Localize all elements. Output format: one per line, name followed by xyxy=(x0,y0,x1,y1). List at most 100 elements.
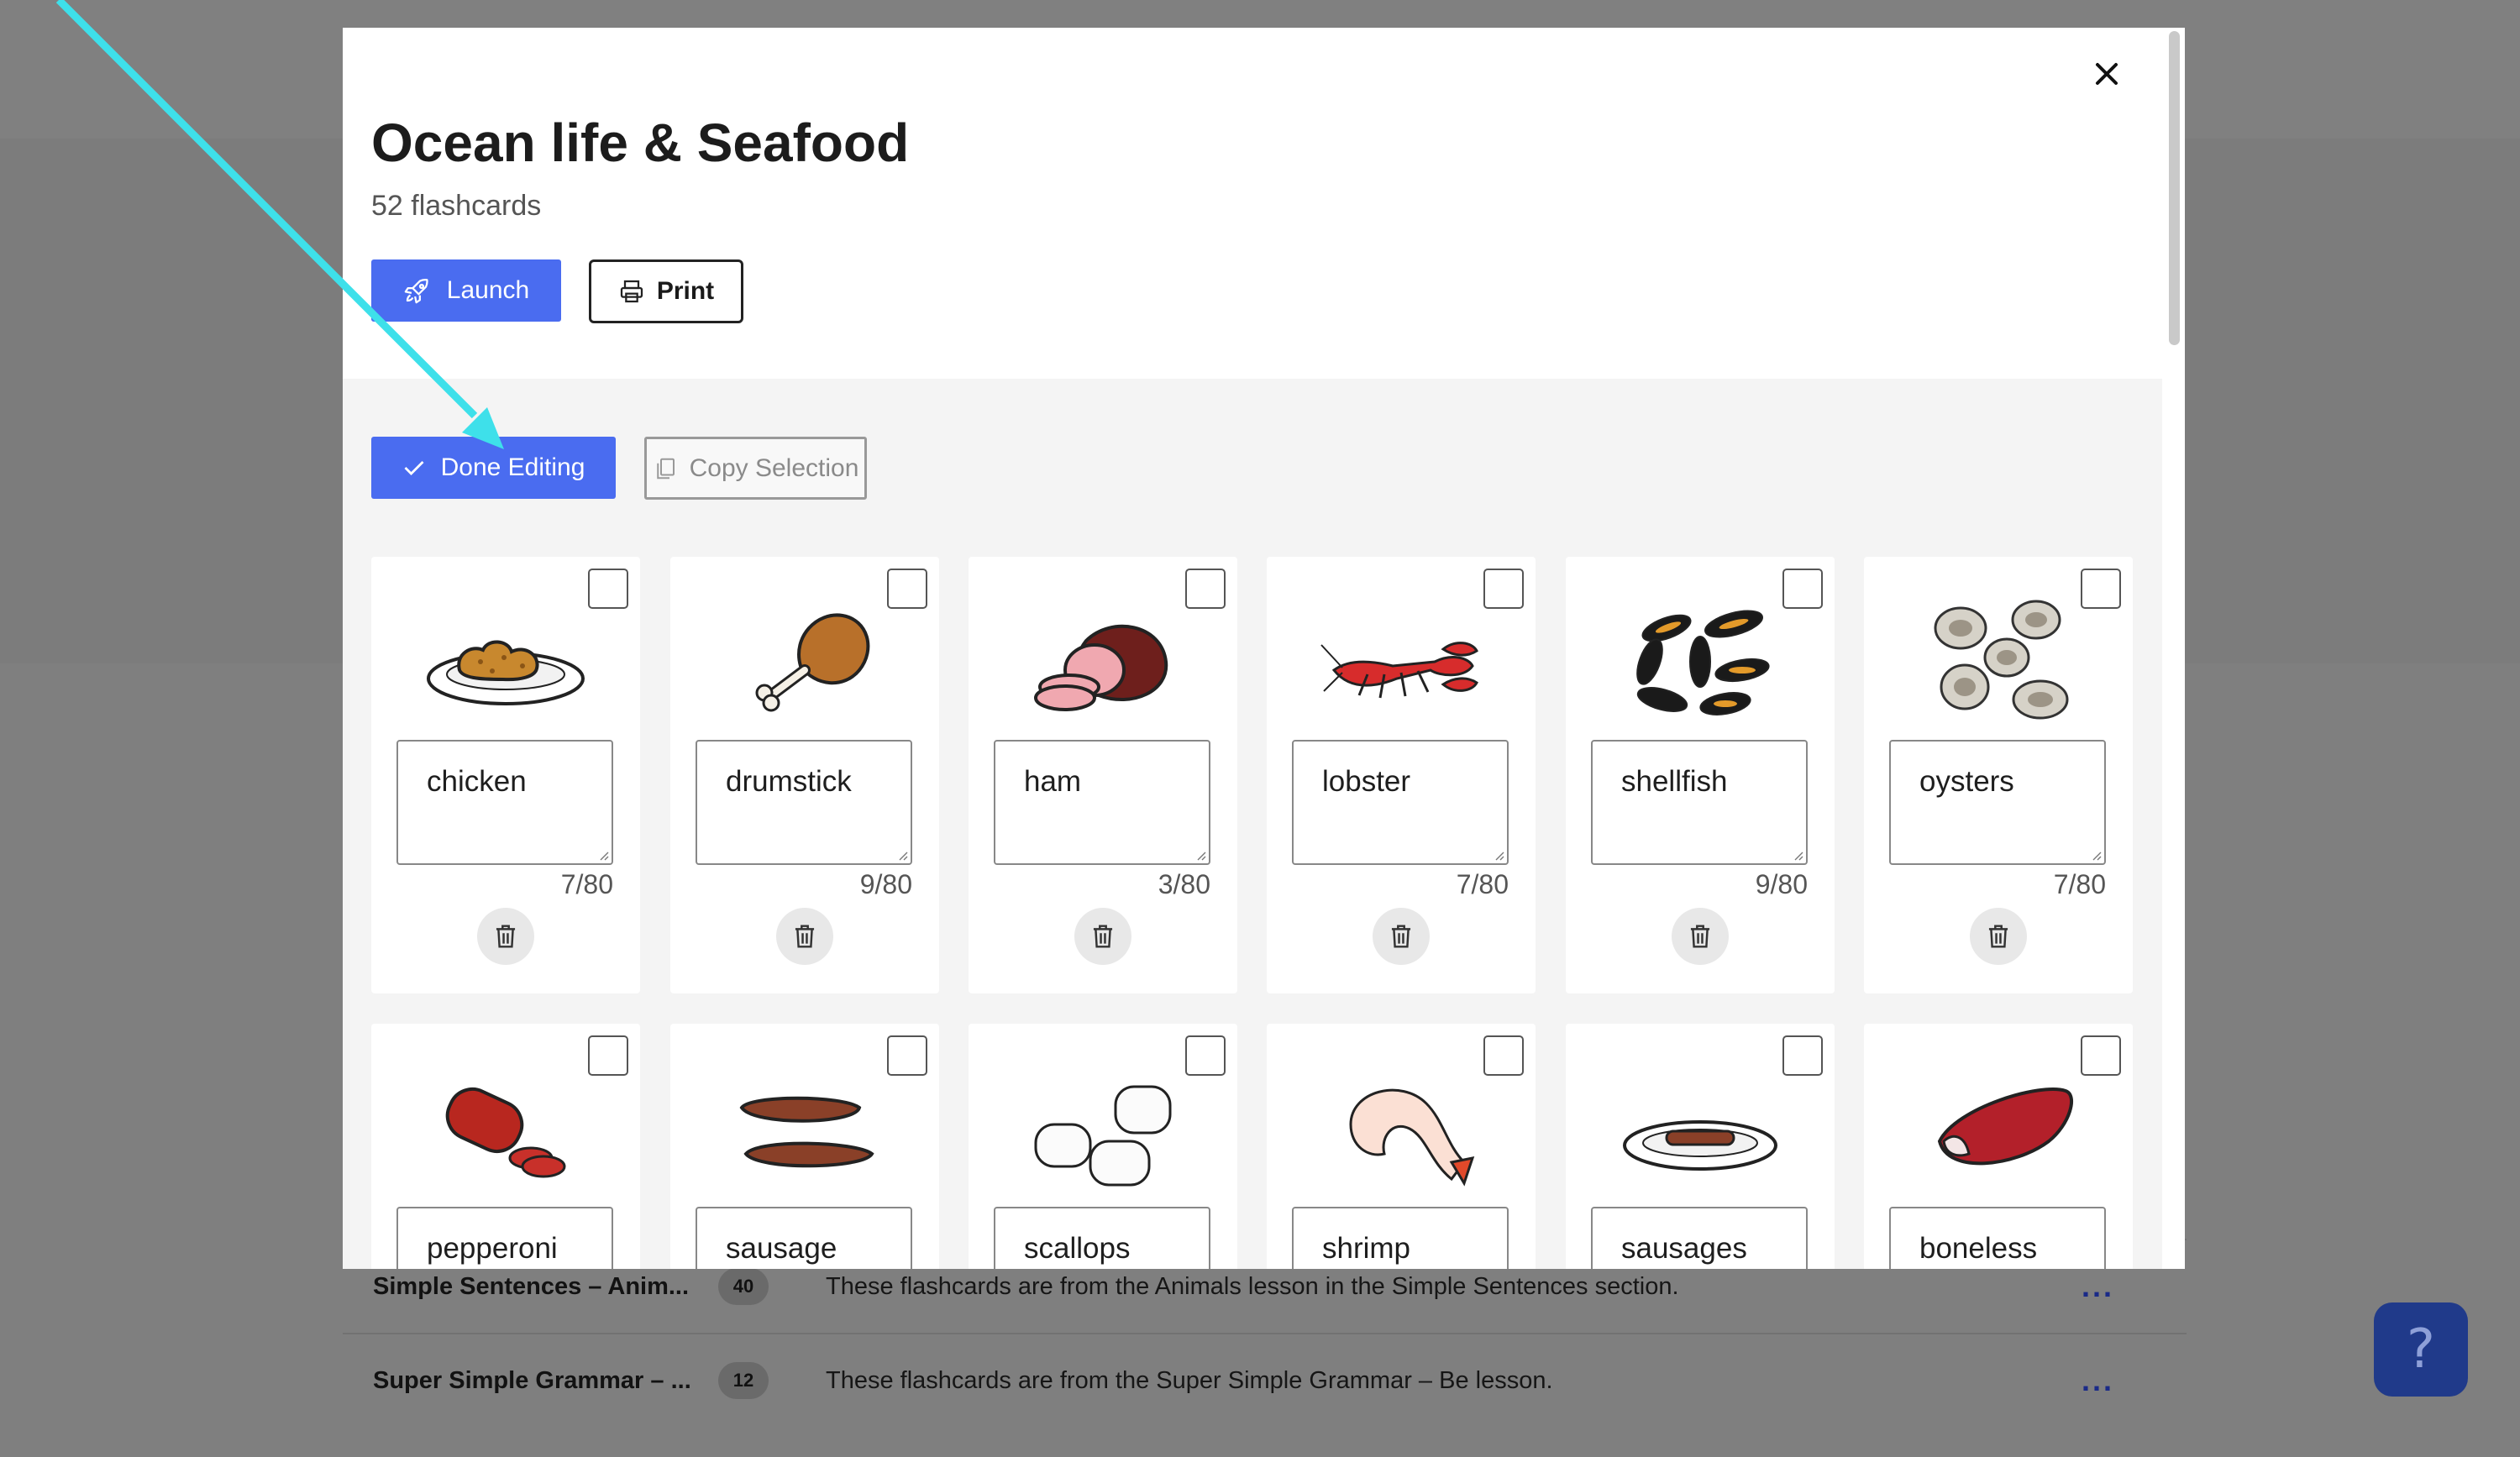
select-checkbox[interactable] xyxy=(2081,569,2121,609)
scallops-icon xyxy=(1034,1085,1172,1187)
word-field[interactable]: oysters xyxy=(1889,740,2106,865)
printer-icon xyxy=(620,280,643,303)
lobster-icon xyxy=(1320,642,1478,699)
word-field[interactable]: pepperoni xyxy=(396,1207,613,1269)
delete-card-button[interactable] xyxy=(776,908,833,965)
trash-icon xyxy=(496,925,516,948)
resize-handle-icon[interactable] xyxy=(599,851,609,861)
page-title: Ocean life & Seafood xyxy=(371,113,910,173)
copy-selection-label: Copy Selection xyxy=(689,453,859,482)
list-item-description: These flashcards are from the Super Simp… xyxy=(826,1366,1553,1394)
flashcard: chicken 7/80 xyxy=(371,557,640,993)
print-label: Print xyxy=(656,277,715,305)
drumstick-icon xyxy=(755,613,870,712)
ham-icon xyxy=(1034,624,1168,711)
word-text: oysters xyxy=(1919,765,2014,798)
oysters-icon xyxy=(1934,600,2069,720)
launch-button[interactable]: Launch xyxy=(371,259,561,322)
mussels-icon xyxy=(1636,610,1770,715)
copy-icon xyxy=(656,458,675,479)
word-text: scallops xyxy=(1024,1232,1131,1265)
more-options-icon[interactable]: ... xyxy=(2082,1269,2114,1304)
scrollbar-thumb[interactable] xyxy=(2169,31,2180,345)
flashcard: scallops xyxy=(969,1024,1237,1269)
select-checkbox[interactable] xyxy=(1483,1035,1524,1076)
character-count: 3/80 xyxy=(1158,869,1210,899)
modal-scrollbar[interactable] xyxy=(2162,28,2185,1269)
flashcard: shellfish 9/80 xyxy=(1566,557,1835,993)
flashcard: boneless xyxy=(1864,1024,2133,1269)
flashcard: sausages xyxy=(1566,1024,1835,1269)
flashcard-set-list: Simple Sentences – Anim... 40 These flas… xyxy=(343,1239,2187,1457)
word-field[interactable]: chicken xyxy=(396,740,613,865)
word-text: boneless xyxy=(1919,1232,2038,1265)
trash-icon xyxy=(1391,925,1411,948)
resize-handle-icon[interactable] xyxy=(1196,851,1206,861)
resize-handle-icon[interactable] xyxy=(1494,851,1504,861)
character-count: 9/80 xyxy=(1755,869,1808,899)
select-checkbox[interactable] xyxy=(1483,569,1524,609)
word-field[interactable]: sausages xyxy=(1591,1207,1808,1269)
resize-handle-icon[interactable] xyxy=(2092,851,2102,861)
flashcard-set-modal: Ocean life & Seafood 52 flashcards Launc… xyxy=(343,28,2185,1269)
word-text: sausages xyxy=(1621,1232,1747,1265)
list-item[interactable]: Super Simple Grammar – ... 12 These flas… xyxy=(343,1333,2187,1427)
fried-chicken-plate-icon xyxy=(427,640,585,705)
list-item-count: 40 xyxy=(718,1268,769,1305)
select-checkbox[interactable] xyxy=(2081,1035,2121,1076)
trash-icon xyxy=(795,925,815,948)
word-field[interactable]: boneless xyxy=(1889,1207,2106,1269)
character-count: 9/80 xyxy=(859,869,912,899)
print-button[interactable]: Print xyxy=(589,259,743,323)
word-field[interactable]: lobster xyxy=(1292,740,1509,865)
trash-icon xyxy=(1988,925,2008,948)
launch-label: Launch xyxy=(446,276,530,304)
select-checkbox[interactable] xyxy=(1782,1035,1823,1076)
word-field[interactable]: shellfish xyxy=(1591,740,1808,865)
word-field[interactable]: shrimp xyxy=(1292,1207,1509,1269)
flashcard: oysters 7/80 xyxy=(1864,557,2133,993)
select-checkbox[interactable] xyxy=(1185,1035,1226,1076)
word-field[interactable]: sausage xyxy=(696,1207,912,1269)
character-count: 7/80 xyxy=(560,869,613,899)
flashcard-count: 52 flashcards xyxy=(371,190,542,222)
word-text: shellfish xyxy=(1621,765,1728,798)
select-checkbox[interactable] xyxy=(588,569,628,609)
copy-selection-button[interactable]: Copy Selection xyxy=(644,437,867,500)
help-button[interactable]: ? xyxy=(2374,1302,2468,1397)
more-options-icon[interactable]: ... xyxy=(2082,1363,2114,1398)
flashcard: pepperoni xyxy=(371,1024,640,1269)
delete-card-button[interactable] xyxy=(1373,908,1430,965)
boneless-meat-icon xyxy=(1937,1088,2074,1166)
done-editing-button[interactable]: Done Editing xyxy=(371,437,616,499)
trash-icon xyxy=(1690,925,1710,948)
delete-card-button[interactable] xyxy=(1672,908,1729,965)
close-icon[interactable] xyxy=(2090,57,2124,91)
select-checkbox[interactable] xyxy=(1782,569,1823,609)
word-text: pepperoni xyxy=(427,1232,558,1265)
delete-card-button[interactable] xyxy=(1970,908,2027,965)
resize-handle-icon[interactable] xyxy=(1793,851,1803,861)
list-item-title: Super Simple Grammar – ... xyxy=(373,1366,691,1394)
character-count: 7/80 xyxy=(2053,869,2106,899)
select-checkbox[interactable] xyxy=(887,569,927,609)
rocket-icon xyxy=(404,279,428,304)
checkmark-icon xyxy=(404,461,424,475)
select-checkbox[interactable] xyxy=(588,1035,628,1076)
word-field[interactable]: scallops xyxy=(994,1207,1210,1269)
pepperoni-icon xyxy=(445,1088,566,1178)
flashcard: lobster 7/80 xyxy=(1267,557,1536,993)
word-text: shrimp xyxy=(1322,1232,1411,1265)
word-text: lobster xyxy=(1322,765,1411,798)
delete-card-button[interactable] xyxy=(1074,908,1131,965)
question-mark-icon: ? xyxy=(2407,1318,2435,1381)
word-text: chicken xyxy=(427,765,527,798)
word-text: sausage xyxy=(726,1232,837,1265)
word-text: drumstick xyxy=(726,765,852,798)
word-field[interactable]: ham xyxy=(994,740,1210,865)
select-checkbox[interactable] xyxy=(887,1035,927,1076)
word-field[interactable]: drumstick xyxy=(696,740,912,865)
select-checkbox[interactable] xyxy=(1185,569,1226,609)
delete-card-button[interactable] xyxy=(477,908,534,965)
resize-handle-icon[interactable] xyxy=(898,851,908,861)
